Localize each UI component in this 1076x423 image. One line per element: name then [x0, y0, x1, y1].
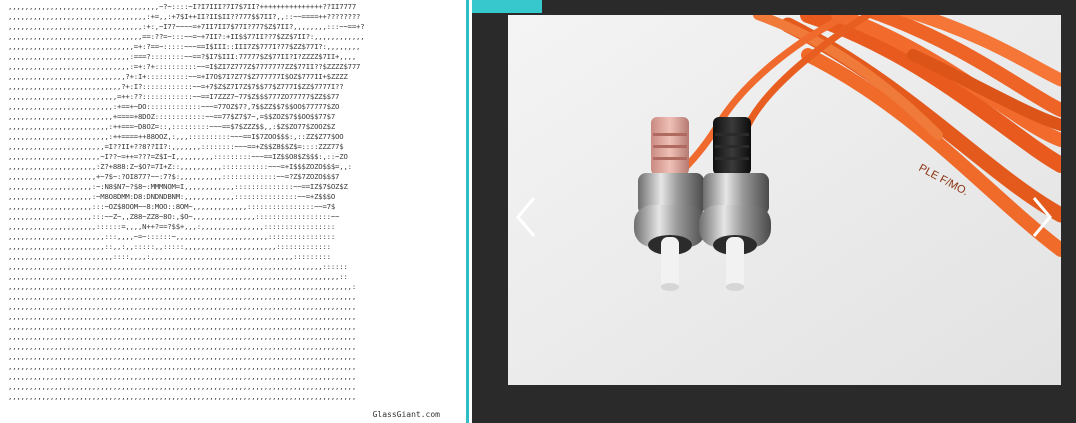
- viewer-accent-tab: [472, 0, 542, 13]
- panel-divider: [466, 0, 469, 423]
- chevron-left-icon[interactable]: [512, 194, 540, 240]
- ascii-art-panel: ,,,,,,,,,,,,,,,,,,,,,,,,,,,,,,,,,,,,~?~:…: [0, 0, 466, 423]
- fiber-optic-photo: PLE F/MO.: [508, 15, 1061, 385]
- ascii-art-text: ,,,,,,,,,,,,,,,,,,,,,,,,,,,,,,,,,,,,~?~:…: [8, 2, 365, 401]
- chevron-right-icon[interactable]: [1028, 194, 1056, 240]
- ascii-credit: GlassGiant.com: [372, 410, 440, 419]
